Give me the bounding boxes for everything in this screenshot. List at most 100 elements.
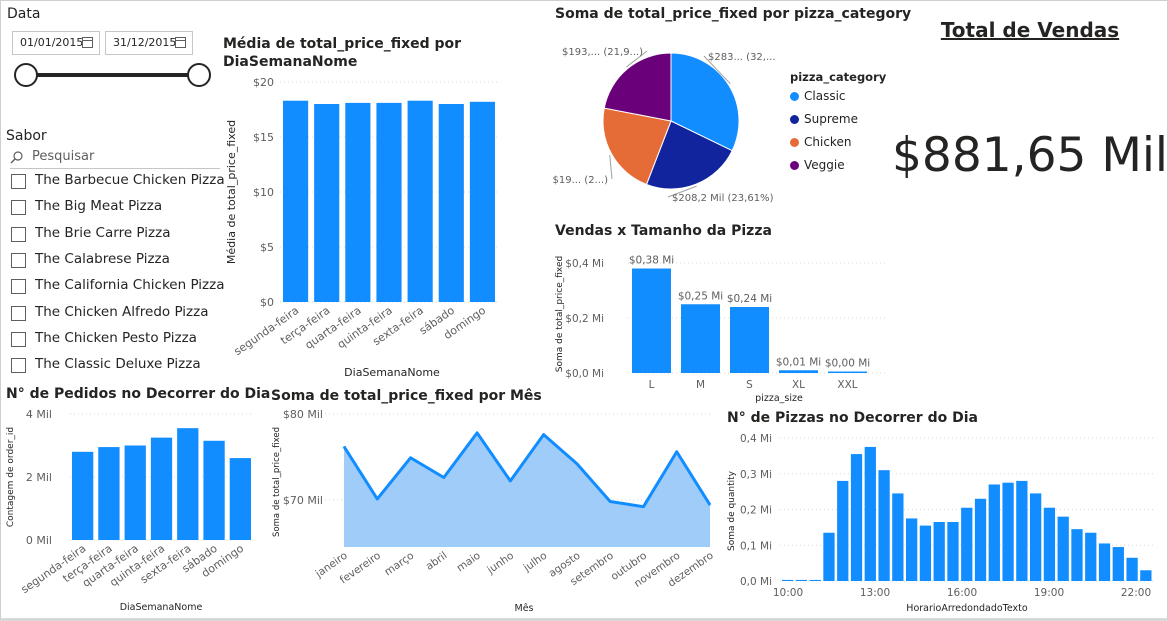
y-axis-title: Soma de quantity	[727, 470, 737, 551]
bar	[1085, 532, 1097, 581]
flavor-checkbox[interactable]	[11, 279, 26, 295]
bar	[681, 304, 720, 373]
legend-item[interactable]: Chicken	[790, 135, 851, 149]
flavor-item-label: The Chicken Alfredo Pizza	[35, 303, 209, 320]
search-icon	[10, 151, 23, 164]
date-slicer-title: Data	[7, 6, 41, 22]
data-point	[543, 434, 545, 436]
date-range-start-handle[interactable]	[14, 63, 38, 87]
bar	[988, 484, 1000, 581]
y-tick-label: 0,0 Mi	[740, 576, 772, 588]
data-label: $0,00 Mi	[825, 358, 870, 370]
bar	[98, 447, 120, 540]
legend-label: Chicken	[804, 135, 852, 149]
bar	[72, 451, 94, 540]
legend-marker	[790, 92, 799, 101]
flavor-item-label: The Classic Deluxe Pizza	[35, 356, 201, 373]
y-axis-title: Soma de total_price_fixed	[272, 427, 282, 537]
legend-marker	[790, 161, 799, 170]
x-axis-title: DiaSemanaNome	[344, 366, 440, 379]
bar	[906, 518, 918, 581]
flavor-checkbox[interactable]	[11, 174, 26, 189]
x-axis-title: pizza_size	[755, 393, 803, 404]
data-point	[642, 506, 644, 508]
y-tick-label: $5	[260, 241, 274, 254]
bar	[919, 525, 932, 581]
x-tick-label: abril	[424, 550, 450, 573]
y-tick-label: 4 Mil	[26, 408, 52, 421]
bar	[1140, 570, 1152, 581]
data-point	[609, 501, 611, 503]
bar	[314, 104, 340, 302]
hourly-bar-chart[interactable]: 0,4 Mi 0,3 Mi 0,2 Mi 0,1 Mi 0,0 Mi10:00 13:00…	[722, 426, 1162, 617]
end-date-input[interactable]: 31/12/2015	[105, 31, 193, 55]
weekday-avg-title-line1: Média de total_price_fixed por	[223, 36, 462, 52]
start-date-input[interactable]: 01/01/2015	[12, 31, 100, 55]
x-tick-label: junho	[484, 550, 516, 577]
flavor-checkbox[interactable]	[11, 226, 26, 242]
data-point	[376, 498, 378, 500]
flavor-checkbox[interactable]	[11, 305, 26, 321]
y-tick-label: 2 Mil	[26, 471, 52, 484]
flavor-item-label: The California Chicken Pizza	[35, 277, 225, 294]
end-date-value: 31/12/2015	[113, 36, 177, 49]
x-tick-label: maio	[455, 550, 483, 575]
bar	[961, 507, 973, 581]
data-point	[443, 476, 445, 478]
pie-legend-title: pizza_category	[790, 70, 887, 84]
y-tick-label: $15	[253, 131, 274, 144]
bar	[1016, 480, 1028, 581]
bar	[730, 307, 769, 373]
bar	[1112, 547, 1124, 581]
flavor-item-label: The Chicken Pesto Pizza	[35, 329, 197, 346]
size-bar-chart[interactable]: $0,4 Mi $0,2 Mi $0,0 Mi $0,38 Mi L $0,25 Mi M $…	[550, 240, 895, 408]
calendar-icon[interactable]	[175, 37, 186, 48]
data-label: $0,25 Mi	[678, 290, 723, 302]
legend-marker	[790, 115, 799, 124]
legend-label: Classic	[804, 89, 846, 103]
x-tick-label: 19:00	[1034, 587, 1064, 599]
category-pie-chart[interactable]: $283... (32,... $208,2 Mil (23,61%) $19...…	[550, 30, 790, 210]
legend-label: Supreme	[804, 112, 858, 126]
calendar-icon[interactable]	[82, 37, 93, 48]
data-label: $0,38 Mi	[629, 255, 674, 267]
date-range-track[interactable]	[26, 73, 199, 77]
month-area-chart[interactable]: $80 Mil$70 Miljaneirofevereiro março abril…	[265, 402, 720, 617]
pie-data-label: $283... (32,...	[708, 52, 776, 63]
legend-item[interactable]: Supreme	[790, 112, 858, 126]
y-tick-label: 0,1 Mi	[740, 540, 772, 552]
flavor-item-label: The Calabrese Pizza	[35, 250, 170, 267]
bar	[376, 102, 402, 303]
legend-item[interactable]: Veggie	[790, 158, 845, 172]
flavor-checkbox[interactable]	[11, 252, 26, 268]
bar	[837, 480, 849, 581]
data-point	[343, 446, 345, 448]
y-tick-label: 0,4 Mi	[740, 433, 772, 445]
y-tick-label: 0 Mil	[26, 534, 52, 547]
bar	[809, 579, 821, 581]
y-axis-title: Média de total_price_fixed	[225, 120, 238, 264]
y-axis-title: Contagem de order_id	[6, 427, 16, 527]
x-tick-label: 22:00	[1121, 587, 1151, 599]
bar	[864, 446, 876, 581]
flavor-checkbox[interactable]	[11, 358, 26, 374]
flavor-checkbox[interactable]	[11, 331, 26, 347]
bar	[1030, 493, 1042, 581]
bar	[124, 445, 146, 540]
bar	[1002, 482, 1014, 581]
data-point	[410, 457, 412, 459]
bar	[1098, 543, 1111, 581]
flavor-item-label: The Barbecue Chicken Pizza	[35, 172, 225, 188]
legend-item[interactable]: Classic	[790, 89, 846, 103]
flavor-checkbox[interactable]	[11, 200, 26, 216]
y-tick-label: 0,2 Mi	[740, 505, 772, 517]
data-point	[476, 432, 478, 434]
flavor-search-input[interactable]: Pesquisar	[10, 149, 220, 169]
weekday-avg-chart[interactable]: $20$15$10$5$0segunda-feiraterça-feiraqua…	[220, 70, 510, 385]
x-axis-title: DiaSemanaNome	[120, 602, 203, 613]
orders-day-chart[interactable]: 4 Mil2 Mil0 Milsegunda-feiraterça-feiraq…	[0, 402, 260, 617]
bar	[229, 458, 251, 540]
pie-data-label: $208,2 Mil (23,61%)	[672, 193, 774, 204]
flavor-search-placeholder: Pesquisar	[32, 149, 95, 164]
date-range-end-handle[interactable]	[187, 63, 211, 87]
